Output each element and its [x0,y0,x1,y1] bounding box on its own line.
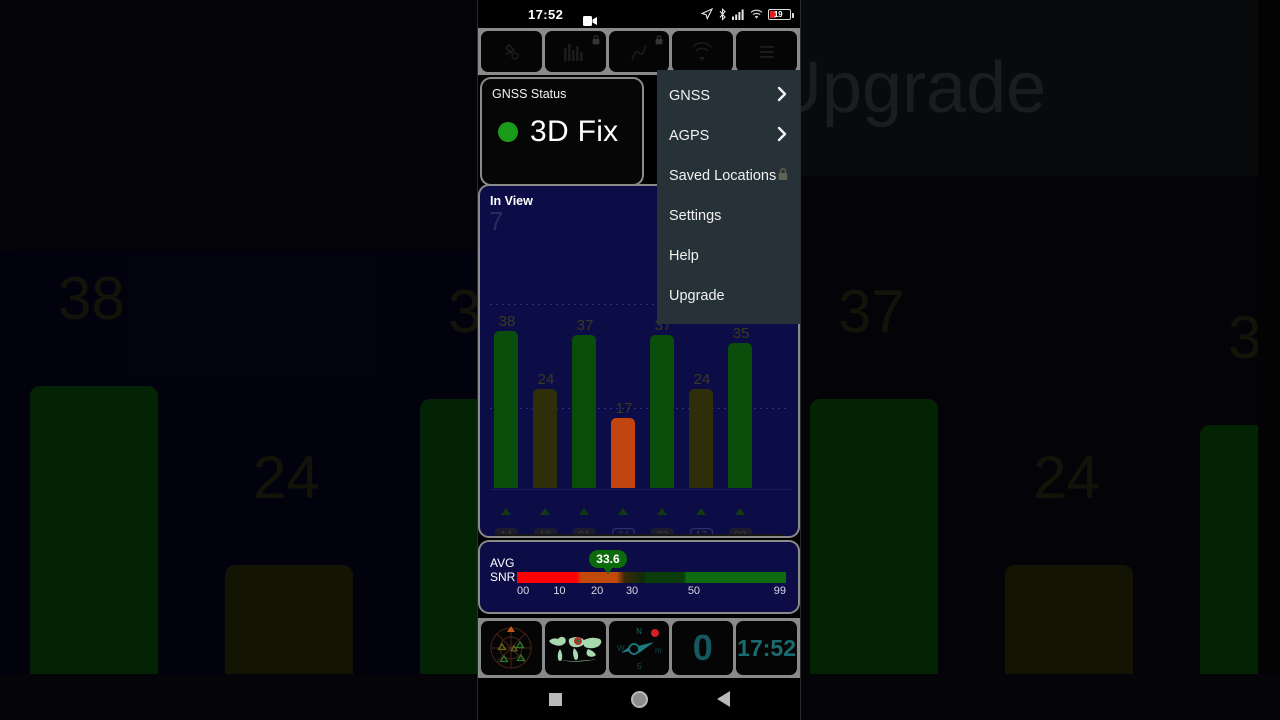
chevron-right-icon [776,86,788,106]
circle-icon[interactable] [630,690,648,708]
menu-item-label: GNSS [669,88,711,104]
used-in-fix-marker [540,508,550,515]
used-in-fix-marker [501,508,511,515]
sky-plot-widget[interactable] [481,621,542,675]
gnss-status-indicator [498,122,518,142]
tab-sky-plot[interactable] [608,31,670,72]
chart-bar-value-label: 37 [576,317,594,334]
battery-icon: 19 [768,8,794,20]
tab-more[interactable] [736,31,797,72]
chart-plot-area: 38 24 37 17 37 24 35 [494,306,784,488]
used-in-fix-marker [696,508,706,515]
triangle-back-icon[interactable] [716,691,730,707]
used-in-fix-marker [735,508,745,515]
status-bar: 17:52 19 [478,0,800,28]
chart-horizontal-scrollbar[interactable] [494,534,784,536]
chevron-right-icon [776,126,788,146]
clock-value: 17:52 [737,634,796,661]
bar-chart-icon [564,43,583,61]
tab-signal-chart[interactable] [544,31,606,72]
menu-item-label: Settings [669,208,722,224]
snr-scale-tick: 99 [773,585,786,597]
satellite-icon [505,43,520,60]
menu-item-saved-locations[interactable]: Saved Locations [657,156,800,196]
snr-scale-tick: 30 [625,585,639,597]
svg-text:N: N [636,627,642,636]
svg-text:m: m [655,646,662,655]
lock-icon [778,167,788,185]
menu-item-upgrade[interactable]: Upgrade [657,276,800,316]
chart-bar-value-label: 24 [693,371,711,388]
screenshot-root: 38243717372435 Upgrade 17:52 [0,0,1280,720]
chart-bar [689,389,713,488]
cellular-signal-icon [732,9,744,20]
square-icon[interactable] [548,692,562,706]
menu-item-label: AGPS [669,128,710,144]
in-view-value: 7 [489,206,504,236]
radar-satellites-icon [490,626,532,669]
snr-scale-tick: 10 [553,585,566,597]
widget-bar: N S W m 0 17:52 [478,618,800,678]
snr-average-bubble: 33.6 [589,550,627,574]
snr-scale-labels: 00 10 20 30 50 99 [517,585,786,599]
gnss-status-card[interactable]: GNSS Status 3D Fix [482,79,642,184]
compass-widget[interactable]: N S W m [608,621,670,675]
battery-percent: 19 [774,9,783,19]
list-icon [759,45,774,58]
snr-scale-tick: 50 [687,585,701,597]
android-nav-bar [478,678,800,720]
chart-bar [650,335,674,488]
lock-icon [655,35,663,45]
chart-bar-value-label: 17 [615,400,633,417]
chart-bar [611,418,635,488]
menu-item-gnss[interactable]: GNSS [657,76,800,116]
used-in-fix-marker [657,508,667,515]
sky-plot-icon [631,44,647,60]
avg-snr-card[interactable]: AVG SNR 00 10 20 30 50 99 33.6 [480,542,798,612]
radar-sweep-icon [692,41,712,61]
gnss-status-title: GNSS Status [492,87,567,101]
speed-value: 0 [692,627,713,668]
world-map-icon [549,636,602,662]
clock-widget[interactable]: 17:52 [736,621,797,675]
tab-radar[interactable] [672,31,734,72]
gnss-fix-value: 3D Fix [530,115,619,148]
chart-bar [572,335,596,488]
wifi-icon [750,9,763,19]
snr-gradient-bar [517,572,786,583]
status-bar-icons: 19 [701,7,794,21]
snr-label: SNR [490,570,516,584]
menu-item-agps[interactable]: AGPS [657,116,800,156]
snr-scale-tick: 20 [590,585,604,597]
overflow-menu: GNSS AGPS Saved Locations Settings Help Upgra… [657,70,800,324]
menu-item-label: Saved Locations [669,168,777,184]
svg-text:S: S [636,662,641,671]
tab-bar [478,28,800,75]
chart-bar [533,389,557,488]
snr-scale-tick: 00 [517,585,530,597]
avg-label: AVG [490,556,515,570]
speed-widget[interactable]: 0 [672,621,734,675]
map-widget[interactable] [544,621,606,675]
used-in-fix-marker [579,508,589,515]
chart-axis-line [490,489,792,490]
menu-item-help[interactable]: Help [657,236,800,276]
status-bar-clock: 17:52 [528,6,564,22]
chart-bar [728,343,752,488]
chart-bar-value-label: 38 [498,313,516,330]
menu-item-label: Upgrade [669,288,725,304]
location-arrow-icon [701,8,713,20]
tab-satellites[interactable] [481,31,542,72]
chart-bar [494,331,518,488]
used-in-fix-marker [618,508,628,515]
menu-item-settings[interactable]: Settings [657,196,800,236]
lock-icon [592,35,599,45]
compass-icon: N S W m [617,627,662,671]
chart-bar-value-label: 24 [537,371,555,388]
bluetooth-icon [719,7,726,21]
menu-item-label: Help [669,248,699,264]
screen-record-icon [583,13,597,31]
chart-bar-value-label: 35 [732,325,750,342]
